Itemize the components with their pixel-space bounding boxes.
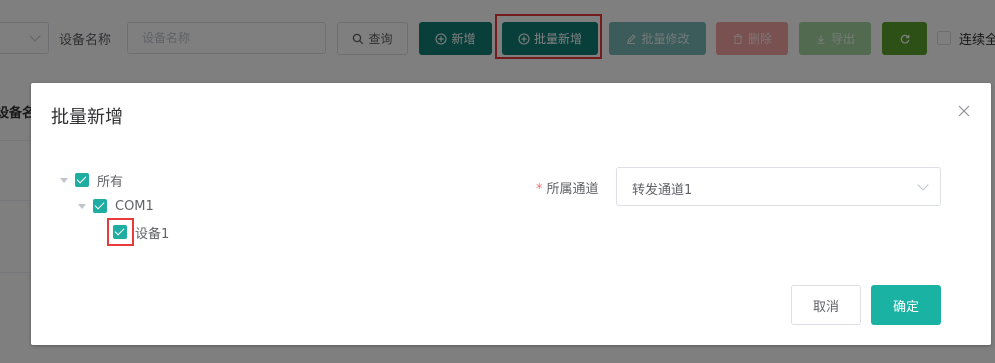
channel-select-value: 转发通道1 [632,183,693,198]
dialog-title: 批量新增 [51,107,123,128]
tree-node-all[interactable]: 所有 [60,170,123,190]
channel-label: * 所属通道 [536,178,599,197]
close-icon[interactable] [956,103,972,119]
channel-label-text: 所属通道 [546,182,599,197]
tree-node-com1[interactable]: COM1 [78,196,154,216]
tree-checkbox-device1[interactable] [113,225,127,239]
tree-label: 设备1 [135,226,170,242]
required-mark: * [536,182,543,197]
caret-down-icon[interactable] [78,203,86,209]
tree-checkbox-all[interactable] [75,173,89,187]
cancel-button[interactable]: 取消 [791,285,861,325]
batch-add-dialog: 批量新增 所有 COM1 设备1 * 所属通道 转发通道1 取消 确定 [31,83,991,345]
tree-node-device1[interactable]: 设备1 [113,222,169,242]
chevron-down-icon [917,179,929,191]
tree-label: 所有 [97,174,124,190]
channel-select[interactable]: 转发通道1 [616,167,941,206]
tree-checkbox-com1[interactable] [93,199,107,213]
confirm-button[interactable]: 确定 [871,285,941,325]
caret-down-icon[interactable] [60,177,68,183]
tree-label: COM1 [115,198,154,214]
